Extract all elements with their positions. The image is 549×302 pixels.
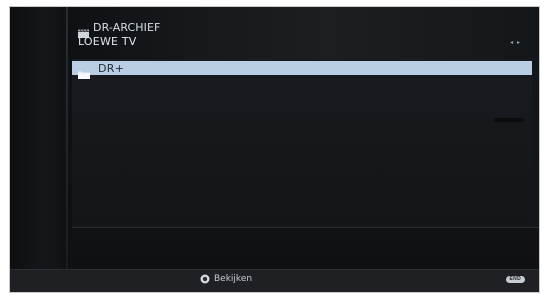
view-action[interactable]: Bekijken bbox=[200, 274, 252, 284]
folder-icon bbox=[78, 64, 90, 79]
list-item[interactable]: DR+ bbox=[72, 61, 532, 79]
file-list: DR+ bbox=[72, 59, 532, 227]
ok-button-icon bbox=[200, 274, 210, 284]
page-nav-arrows[interactable]: ◂ ▸ bbox=[510, 39, 521, 46]
view-action-label: Bekijken bbox=[214, 274, 253, 284]
list-item-label: DR+ bbox=[98, 61, 125, 75]
info-panel bbox=[72, 227, 539, 271]
title-row: DR-ARCHIEF bbox=[72, 19, 529, 38]
left-side-panel bbox=[10, 7, 68, 270]
footer-bar: Bekijken END bbox=[10, 269, 539, 292]
device-name: LOEWE TV bbox=[78, 35, 137, 48]
page-title: DR-ARCHIEF bbox=[93, 20, 161, 34]
tv-screen: DR-ARCHIEF LOEWE TV ◂ ▸ DR+ Bekijken END bbox=[10, 7, 539, 292]
clapperboard-icon bbox=[78, 23, 89, 38]
end-button[interactable]: END bbox=[505, 276, 525, 283]
scrollbar[interactable] bbox=[494, 118, 524, 122]
header: DR-ARCHIEF LOEWE TV ◂ ▸ bbox=[72, 19, 529, 59]
